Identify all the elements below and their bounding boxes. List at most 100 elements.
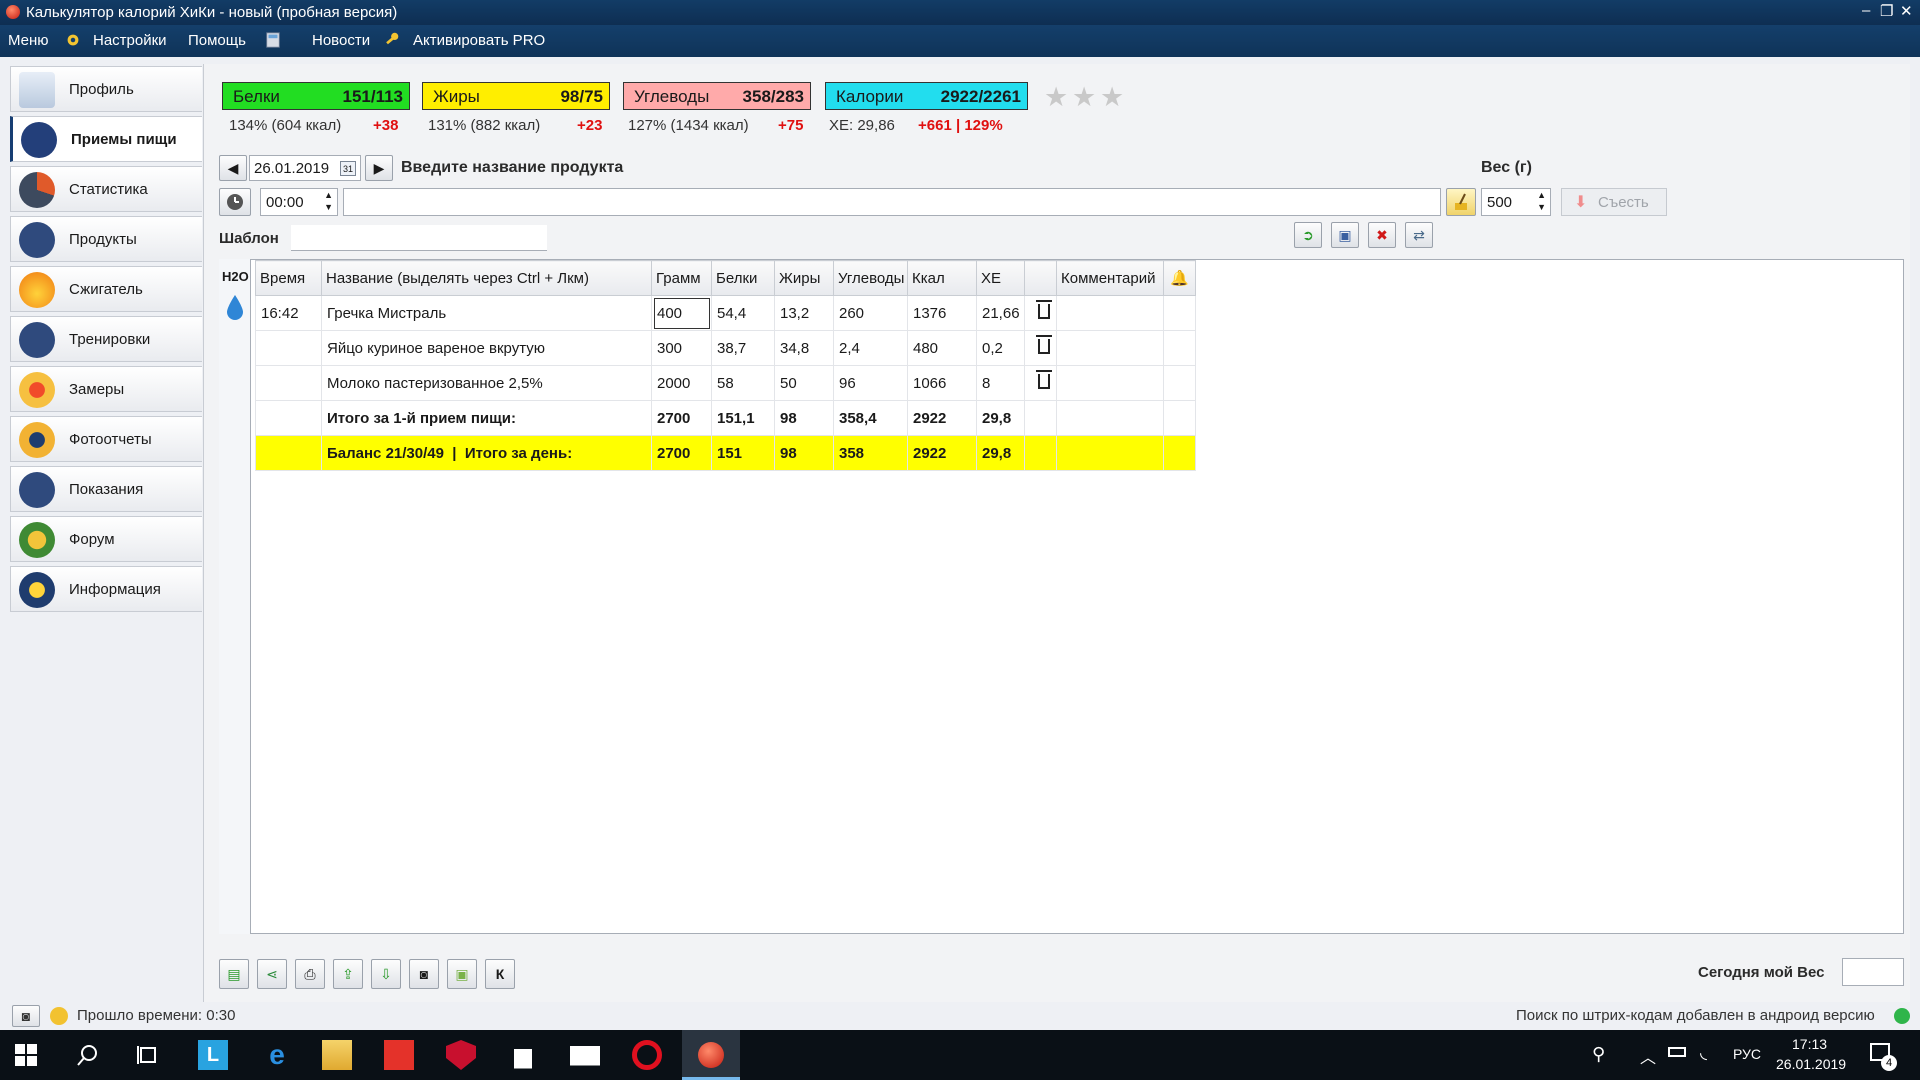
cell-reminder[interactable] xyxy=(1163,365,1196,401)
cell-grams[interactable]: 300 xyxy=(651,330,712,366)
cell-time[interactable]: 16:42 xyxy=(255,295,322,331)
clear-broom-button[interactable] xyxy=(1446,188,1476,216)
windows-start-icon[interactable] xyxy=(14,1043,38,1067)
k-button[interactable]: К xyxy=(485,959,515,989)
cell-comment[interactable] xyxy=(1056,295,1164,331)
product-search-input[interactable] xyxy=(343,188,1441,216)
eat-button[interactable]: ⬇ Съесть xyxy=(1561,188,1667,216)
close-window-button[interactable]: ✕ xyxy=(1900,2,1913,20)
cell-protein[interactable]: 38,7 xyxy=(711,330,775,366)
time-stepper[interactable]: 00:00 ▲ ▼ xyxy=(260,188,338,216)
delete-row-button[interactable] xyxy=(1024,365,1057,401)
column-header-reminder[interactable]: 🔔 xyxy=(1163,260,1196,296)
download-button[interactable]: ⇩ xyxy=(371,959,401,989)
clock-date[interactable]: 26.01.2019 xyxy=(1776,1056,1846,1072)
cell-time[interactable] xyxy=(255,365,322,401)
cell-name[interactable]: Яйцо куриное вареное вкрутую xyxy=(321,330,652,366)
mcafee-shield-icon[interactable] xyxy=(446,1040,476,1070)
activate-pro-menu[interactable]: Активировать PRO xyxy=(413,32,545,49)
clock-time[interactable]: 17:13 xyxy=(1792,1036,1827,1052)
load-template-button[interactable]: ➲ xyxy=(1294,222,1322,248)
sidebar-item-forum[interactable]: Форум xyxy=(10,516,202,562)
cell-reminder[interactable] xyxy=(1163,330,1196,366)
cell-grams[interactable]: 2000 xyxy=(651,365,712,401)
column-header-fat[interactable]: Жиры xyxy=(774,260,834,296)
wifi-icon[interactable]: ◟ xyxy=(1700,1042,1707,1063)
cell-kcal[interactable]: 1376 xyxy=(907,295,977,331)
column-header-comment[interactable]: Комментарий xyxy=(1056,260,1164,296)
save-template-button[interactable]: ▣ xyxy=(1331,222,1359,248)
sidebar-item-photo-reports[interactable]: Фотоотчеты xyxy=(10,416,202,462)
camera-button[interactable]: ◙ xyxy=(409,959,439,989)
template-input[interactable] xyxy=(291,225,547,251)
date-picker[interactable]: 26.01.2019 31 xyxy=(249,155,361,181)
next-day-button[interactable]: ▶ xyxy=(365,155,393,181)
cell-time[interactable] xyxy=(255,330,322,366)
delete-template-button[interactable]: ✖ xyxy=(1368,222,1396,248)
cell-fat[interactable]: 13,2 xyxy=(774,295,834,331)
sidebar-item-readings[interactable]: Показания xyxy=(10,466,202,512)
cell-grams[interactable]: 400 xyxy=(651,295,712,331)
active-app-tab[interactable] xyxy=(682,1030,740,1080)
sidebar-item-meals[interactable]: Приемы пищи xyxy=(10,116,202,162)
l-app-icon[interactable]: L xyxy=(198,1040,228,1070)
stepper-arrows-icon[interactable]: ▲ ▼ xyxy=(324,189,333,213)
column-header-xe[interactable]: ХЕ xyxy=(976,260,1025,296)
cell-xe[interactable]: 21,66 xyxy=(976,295,1025,331)
weight-today-input[interactable] xyxy=(1842,958,1904,986)
column-header-carbs[interactable]: Углеводы xyxy=(833,260,908,296)
clock-button[interactable] xyxy=(219,188,251,216)
print-button[interactable]: ⎙ xyxy=(295,959,325,989)
table-row[interactable]: Молоко пастеризованное 2,5% 2000 58 50 9… xyxy=(255,365,1196,401)
column-header-name[interactable]: Название (выделять через Ctrl + Лкм) xyxy=(321,260,652,296)
cell-name[interactable]: Гречка Мистраль xyxy=(321,295,652,331)
battery-icon[interactable] xyxy=(1668,1047,1686,1057)
cell-kcal[interactable]: 1066 xyxy=(907,365,977,401)
screenshot-button[interactable]: ◙ xyxy=(12,1005,40,1027)
restore-button[interactable]: ❐ xyxy=(1880,2,1893,20)
previous-day-button[interactable]: ◀ xyxy=(219,155,247,181)
delete-row-button[interactable] xyxy=(1024,330,1057,366)
column-header-kcal[interactable]: Ккал xyxy=(907,260,977,296)
delete-row-button[interactable] xyxy=(1024,295,1057,331)
cell-reminder[interactable] xyxy=(1163,295,1196,331)
mail-icon[interactable] xyxy=(570,1046,600,1066)
cell-comment[interactable] xyxy=(1056,365,1164,401)
news-menu[interactable]: Новости xyxy=(312,32,370,49)
cell-protein[interactable]: 58 xyxy=(711,365,775,401)
cell-carbs[interactable]: 96 xyxy=(833,365,908,401)
cell-comment[interactable] xyxy=(1056,330,1164,366)
cell-kcal[interactable]: 480 xyxy=(907,330,977,366)
people-icon[interactable]: ⚲ xyxy=(1592,1044,1605,1065)
cell-fat[interactable]: 34,8 xyxy=(774,330,834,366)
column-header-grams[interactable]: Грамм xyxy=(651,260,712,296)
edge-browser-icon[interactable]: e xyxy=(262,1040,292,1070)
cell-fat[interactable]: 50 xyxy=(774,365,834,401)
cell-carbs[interactable]: 260 xyxy=(833,295,908,331)
calendar-icon[interactable]: 31 xyxy=(340,161,356,176)
opera-browser-icon[interactable] xyxy=(632,1040,662,1070)
calculator-icon[interactable] xyxy=(264,31,282,49)
sidebar-item-profile[interactable]: Профиль xyxy=(10,66,202,112)
android-button[interactable]: ▣ xyxy=(447,959,477,989)
swap-template-button[interactable]: ⇄ xyxy=(1405,222,1433,248)
minimize-button[interactable]: – xyxy=(1862,2,1870,19)
settings-menu[interactable]: Настройки xyxy=(93,32,167,49)
upload-button[interactable]: ⇪ xyxy=(333,959,363,989)
weight-stepper[interactable]: 500 ▲ ▼ xyxy=(1481,188,1551,216)
file-explorer-icon[interactable] xyxy=(322,1040,352,1070)
stepper-arrows-icon[interactable]: ▲ ▼ xyxy=(1537,189,1546,213)
cell-name[interactable]: Молоко пастеризованное 2,5% xyxy=(321,365,652,401)
sidebar-item-burner[interactable]: Сжигатель xyxy=(10,266,202,312)
water-drop-icon[interactable] xyxy=(225,293,245,321)
media-app-icon[interactable] xyxy=(384,1040,414,1070)
language-indicator[interactable]: РУС xyxy=(1733,1046,1761,1062)
cell-xe[interactable]: 0,2 xyxy=(976,330,1025,366)
status-message[interactable]: Поиск по штрих-кодам добавлен в андроид … xyxy=(1516,1007,1875,1024)
help-menu[interactable]: Помощь xyxy=(188,32,246,49)
sidebar-item-info[interactable]: Информация xyxy=(10,566,202,612)
sidebar-item-workouts[interactable]: Тренировки xyxy=(10,316,202,362)
share-button[interactable]: ⋖ xyxy=(257,959,287,989)
menu-item[interactable]: Меню xyxy=(8,32,49,49)
search-icon[interactable] xyxy=(76,1043,100,1067)
